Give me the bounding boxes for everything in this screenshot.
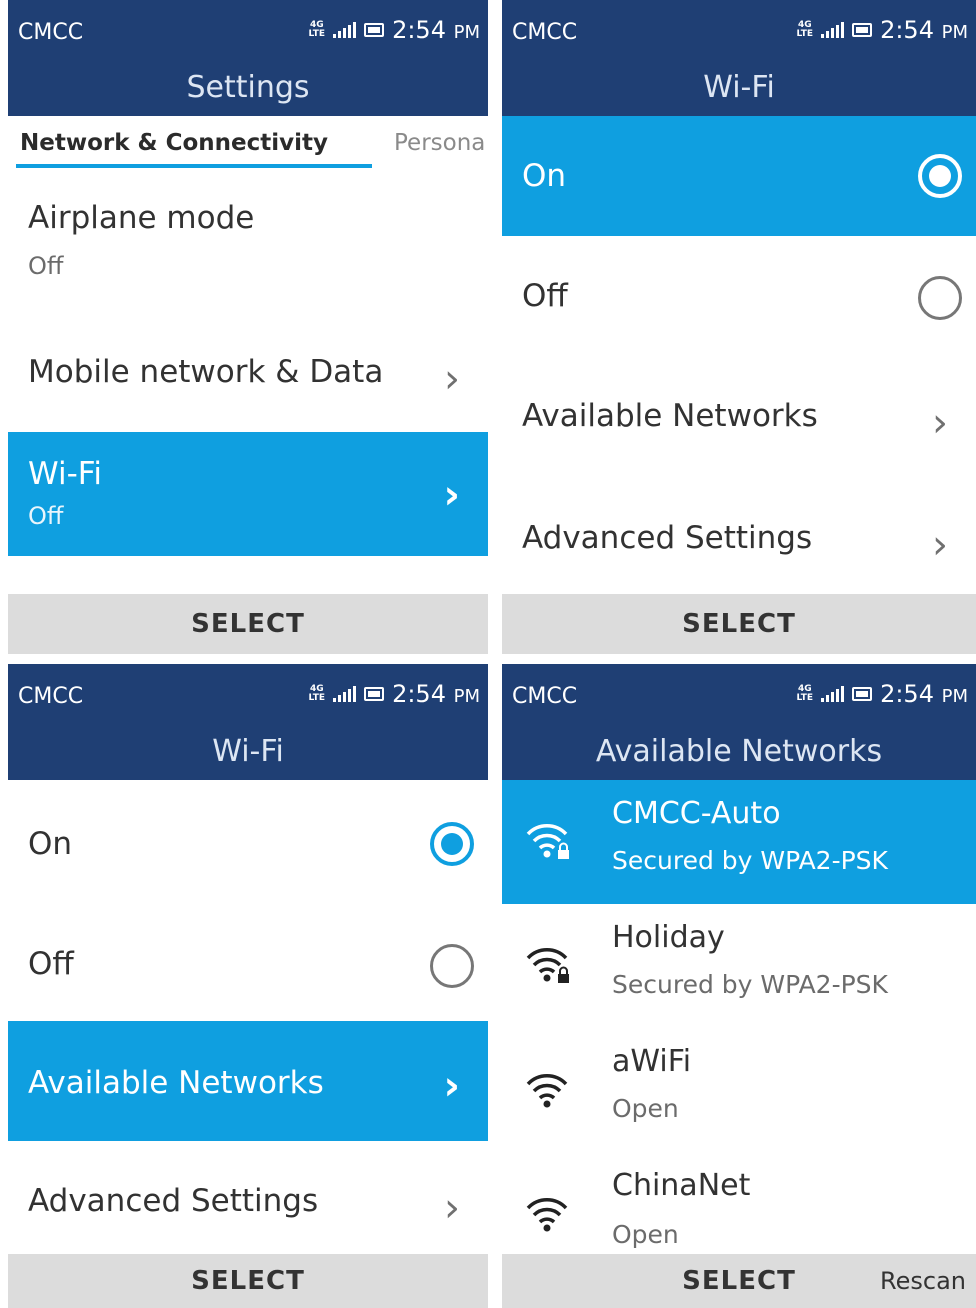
softkey-bar: SELECT bbox=[8, 594, 488, 654]
radio-checked-icon[interactable] bbox=[430, 822, 474, 866]
list-item-mobile-network[interactable]: Mobile network & Data › bbox=[8, 306, 488, 432]
radio-unchecked-icon[interactable] bbox=[430, 944, 474, 988]
clock: 2:54 PM bbox=[392, 680, 480, 708]
clock: 2:54 PM bbox=[880, 680, 968, 708]
item-label: Advanced Settings bbox=[28, 1183, 319, 1219]
network-security: Secured by WPA2-PSK bbox=[612, 970, 888, 999]
item-label: Wi-Fi bbox=[28, 456, 102, 492]
carrier-label: CMCC bbox=[18, 20, 84, 45]
chevron-right-icon: › bbox=[444, 1185, 460, 1231]
chevron-right-icon: › bbox=[444, 356, 460, 402]
list-item-on[interactable]: On bbox=[8, 780, 488, 900]
lte-icon: 4G LTE bbox=[796, 20, 814, 39]
select-softkey[interactable]: SELECT bbox=[191, 609, 305, 639]
tab-bar: Network & Connectivity Persona bbox=[8, 116, 488, 176]
page-title: Wi-Fi bbox=[212, 734, 284, 769]
battery-icon bbox=[852, 687, 873, 701]
header: CMCC 4G LTE 2:54 PM Available Networks bbox=[502, 664, 976, 780]
signal-icon bbox=[821, 686, 845, 702]
item-label: Advanced Settings bbox=[522, 520, 813, 556]
select-softkey[interactable]: SELECT bbox=[191, 1266, 305, 1296]
select-softkey[interactable]: SELECT bbox=[682, 609, 796, 639]
available-networks-screen: CMCC 4G LTE 2:54 PM Available Networks CM… bbox=[502, 664, 976, 1308]
status-bar: CMCC 4G LTE 2:54 PM bbox=[8, 0, 488, 66]
list-item-advanced-settings[interactable]: Advanced Settings › bbox=[502, 476, 976, 590]
chevron-right-icon: › bbox=[443, 472, 460, 518]
list-item-advanced-settings[interactable]: Advanced Settings › bbox=[8, 1141, 488, 1251]
chevron-right-icon: › bbox=[443, 1063, 460, 1109]
network-security: Open bbox=[612, 1220, 679, 1249]
signal-icon bbox=[333, 686, 357, 702]
item-label: On bbox=[522, 158, 567, 194]
signal-icon bbox=[821, 22, 845, 38]
network-item-awifi[interactable]: aWiFi Open bbox=[502, 1028, 976, 1152]
status-bar: CMCC 4G LTE 2:54 PM bbox=[502, 664, 976, 730]
wifi-lock-icon bbox=[526, 824, 569, 859]
page-title: Wi-Fi bbox=[703, 70, 775, 105]
network-name: aWiFi bbox=[612, 1044, 692, 1079]
header: CMCC 4G LTE 2:54 PM Settings bbox=[8, 0, 488, 116]
list-item-on[interactable]: On bbox=[502, 116, 976, 236]
item-label: Airplane mode bbox=[28, 200, 255, 236]
wifi-lock-icon bbox=[526, 948, 569, 983]
list-item-off[interactable]: Off bbox=[8, 900, 488, 1020]
list-item-available-networks[interactable]: Available Networks › bbox=[8, 1021, 488, 1141]
network-security: Secured by WPA2-PSK bbox=[612, 846, 888, 875]
network-item-chinanet[interactable]: ChinaNet Open bbox=[502, 1152, 976, 1256]
softkey-bar: SELECT Rescan bbox=[502, 1254, 976, 1308]
rescan-softkey[interactable]: Rescan bbox=[880, 1267, 966, 1295]
wifi-icon bbox=[526, 1074, 568, 1108]
carrier-label: CMCC bbox=[18, 684, 84, 709]
network-name: CMCC-Auto bbox=[612, 796, 781, 831]
page-title: Settings bbox=[186, 70, 310, 105]
network-name: Holiday bbox=[612, 920, 725, 955]
chevron-right-icon: › bbox=[932, 522, 948, 568]
tab-personalization[interactable]: Persona bbox=[394, 130, 485, 156]
network-security: Open bbox=[612, 1094, 679, 1123]
list-item-wifi[interactable]: Wi-Fi Off › bbox=[8, 432, 488, 556]
page-title: Available Networks bbox=[595, 734, 883, 769]
status-bar: CMCC 4G LTE 2:54 PM bbox=[502, 0, 976, 66]
list-item-airplane-mode[interactable]: Airplane mode Off bbox=[8, 176, 488, 306]
wifi-screen: CMCC 4G LTE 2:54 PM Wi-Fi On Off Availabl… bbox=[502, 0, 976, 654]
item-label: Available Networks bbox=[522, 398, 818, 434]
lte-icon: 4G LTE bbox=[308, 20, 326, 39]
carrier-label: CMCC bbox=[512, 684, 578, 709]
lte-icon: 4G LTE bbox=[796, 684, 814, 703]
clock: 2:54 PM bbox=[880, 16, 968, 44]
item-label: Available Networks bbox=[28, 1065, 324, 1101]
battery-icon bbox=[852, 23, 873, 37]
tab-network-connectivity[interactable]: Network & Connectivity bbox=[20, 130, 328, 156]
radio-checked-icon[interactable] bbox=[918, 154, 962, 198]
status-bar: CMCC 4G LTE 2:54 PM bbox=[8, 664, 488, 730]
item-label: Off bbox=[28, 946, 74, 982]
item-sub: Off bbox=[28, 502, 64, 530]
wifi-screen: CMCC 4G LTE 2:54 PM Wi-Fi On Off Availabl… bbox=[8, 664, 488, 1308]
item-label: Mobile network & Data bbox=[28, 354, 384, 390]
radio-unchecked-icon[interactable] bbox=[918, 276, 962, 320]
network-name: ChinaNet bbox=[612, 1168, 751, 1203]
softkey-bar: SELECT bbox=[502, 594, 976, 654]
list-item-off[interactable]: Off bbox=[502, 236, 976, 356]
settings-screen: CMCC 4G LTE 2:54 PM Settings Network & Co… bbox=[8, 0, 488, 654]
network-item-cmcc-auto[interactable]: CMCC-Auto Secured by WPA2-PSK bbox=[502, 780, 976, 904]
header: CMCC 4G LTE 2:54 PM Wi-Fi bbox=[502, 0, 976, 116]
network-item-holiday[interactable]: Holiday Secured by WPA2-PSK bbox=[502, 904, 976, 1028]
battery-icon bbox=[364, 687, 385, 701]
list-item-available-networks[interactable]: Available Networks › bbox=[502, 356, 976, 476]
softkey-bar: SELECT bbox=[8, 1254, 488, 1308]
battery-icon bbox=[364, 23, 385, 37]
header: CMCC 4G LTE 2:54 PM Wi-Fi bbox=[8, 664, 488, 780]
lte-icon: 4G LTE bbox=[308, 684, 326, 703]
signal-icon bbox=[333, 22, 357, 38]
tab-indicator bbox=[16, 164, 372, 168]
wifi-icon bbox=[526, 1198, 568, 1232]
item-label: On bbox=[28, 826, 73, 862]
item-sub: Off bbox=[28, 252, 64, 280]
select-softkey[interactable]: SELECT bbox=[682, 1266, 796, 1296]
chevron-right-icon: › bbox=[932, 400, 948, 446]
clock: 2:54 PM bbox=[392, 16, 480, 44]
carrier-label: CMCC bbox=[512, 20, 578, 45]
item-label: Off bbox=[522, 278, 568, 314]
